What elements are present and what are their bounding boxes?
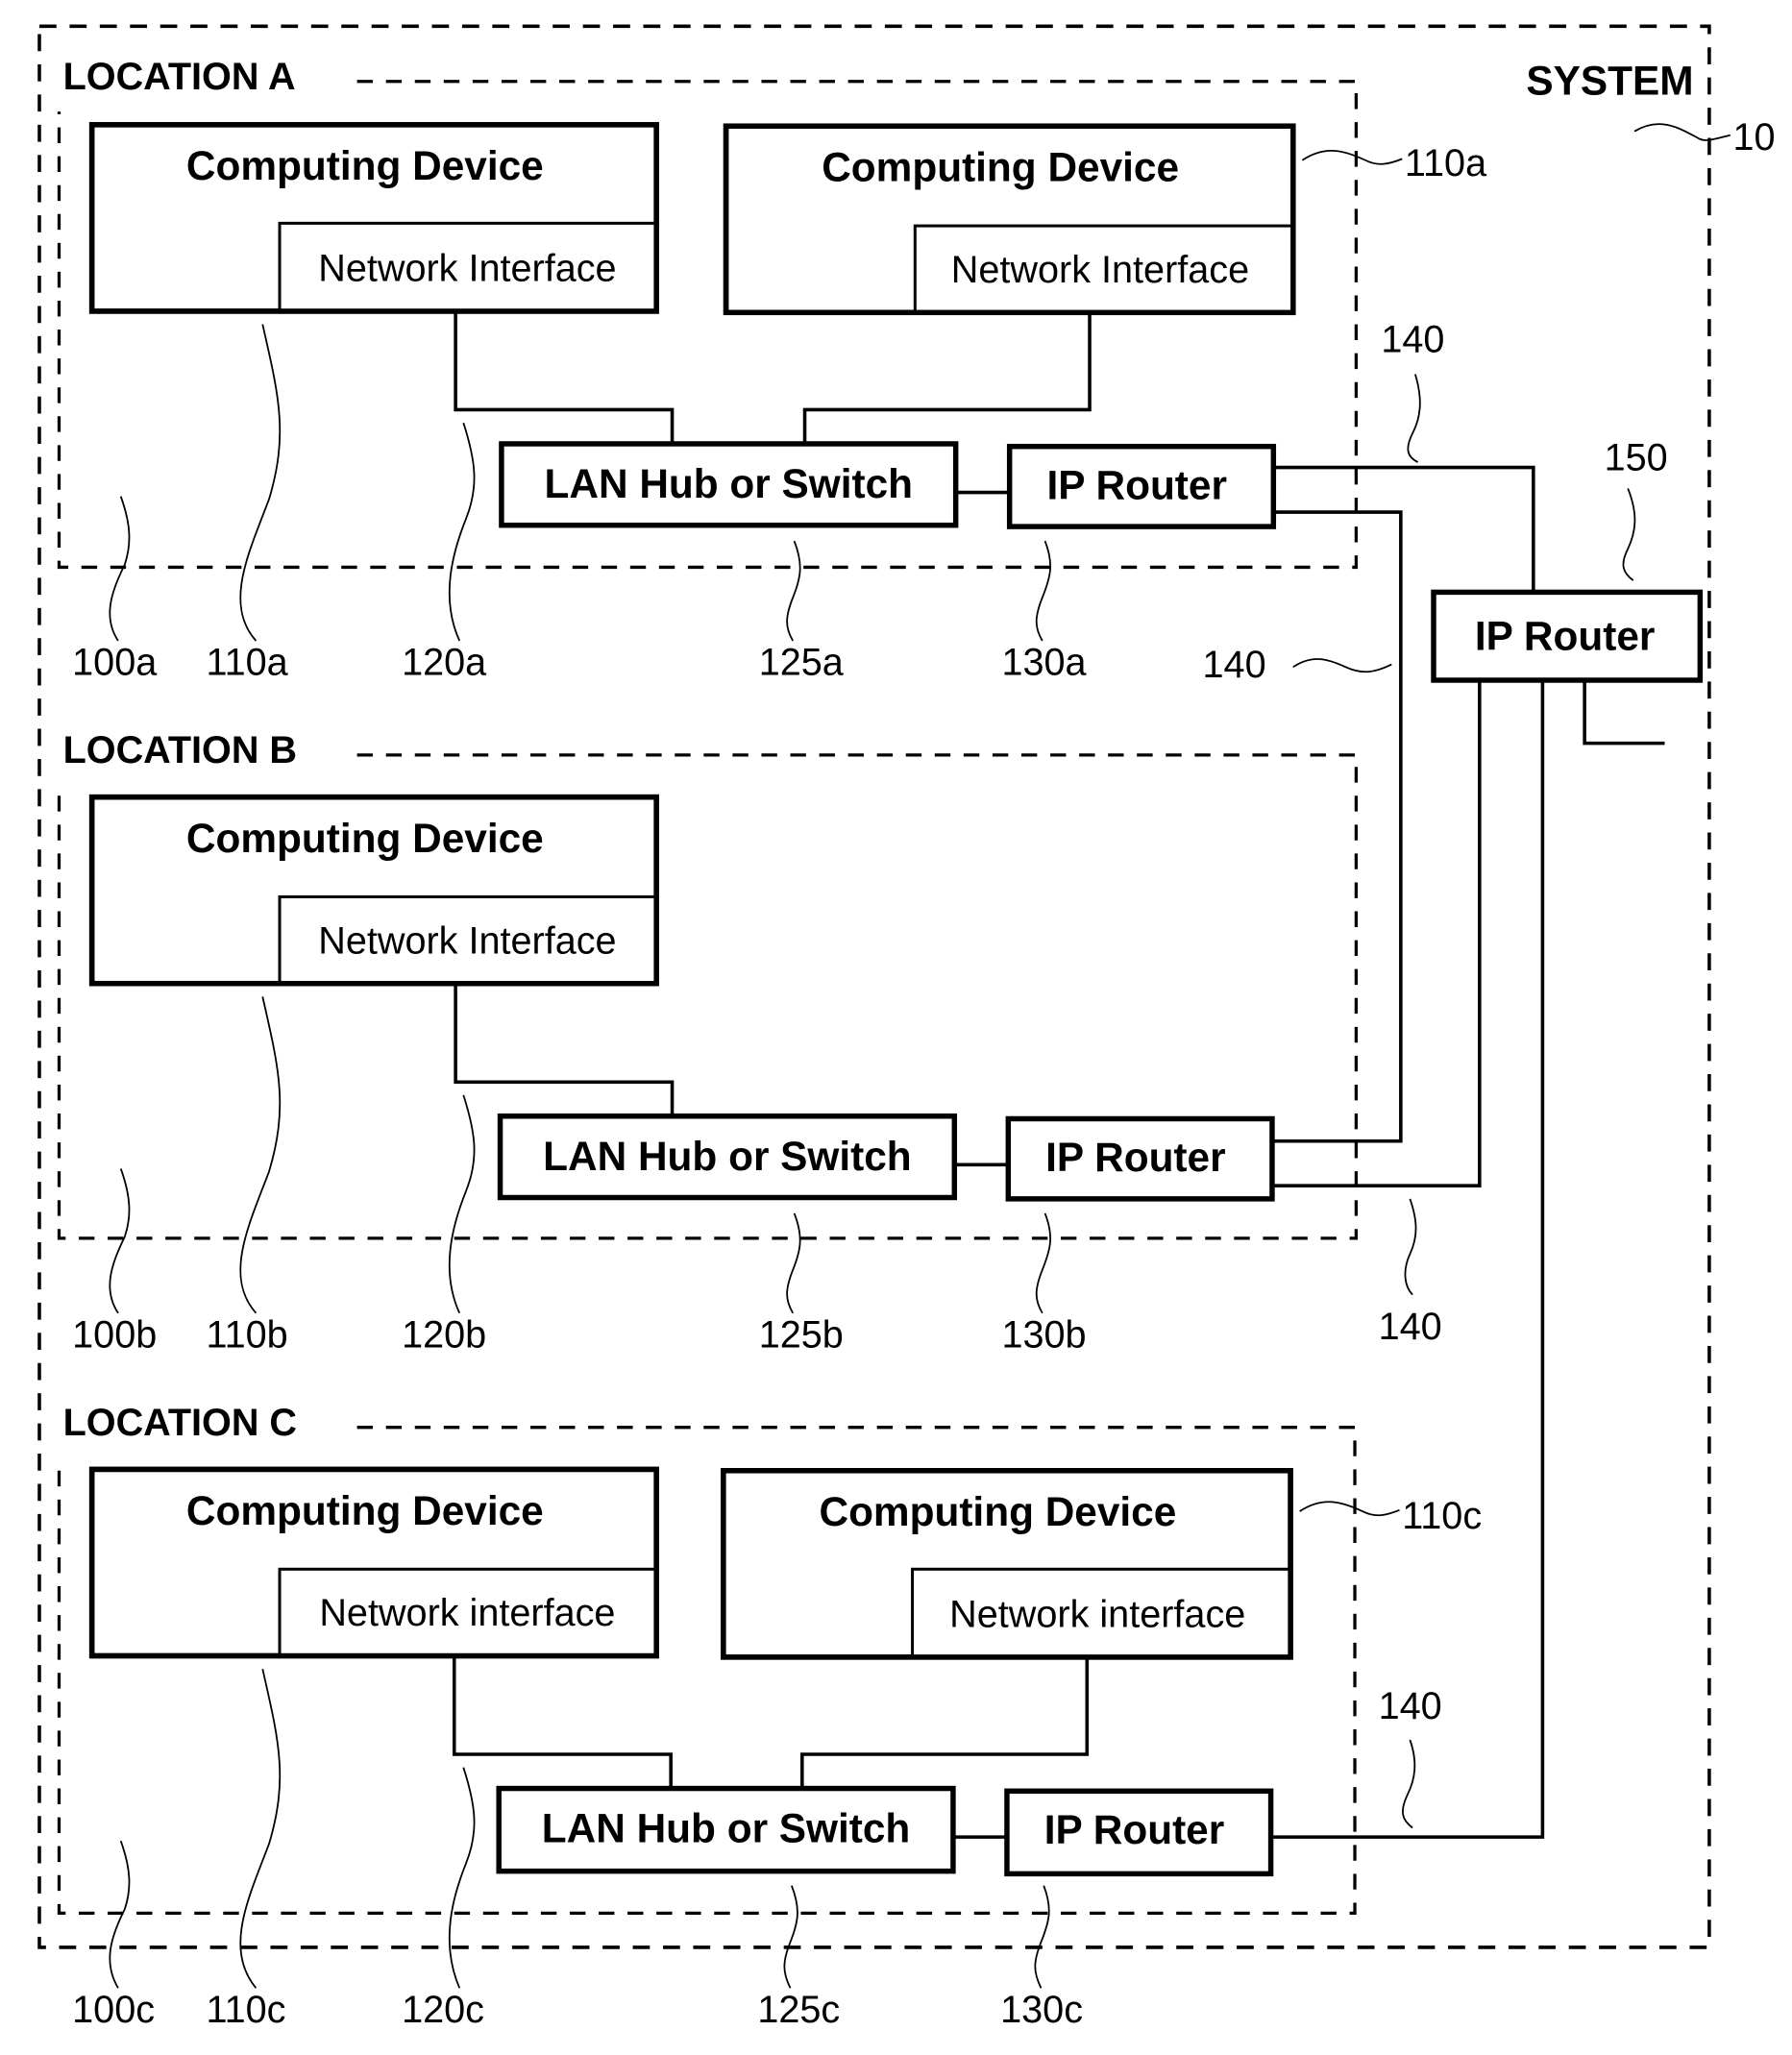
computing-device-a1: Computing Device Network Interface <box>88 122 659 314</box>
ref-label-130b: 130b <box>1001 1313 1086 1356</box>
central-ip-router: IP Router 150 <box>1431 436 1704 683</box>
wire-ni-a2-to-hub <box>802 312 1092 444</box>
ref-label-100b: 100b <box>72 1313 157 1356</box>
lan-hub-b: LAN Hub or Switch <box>497 1113 958 1201</box>
ref-leader-140-c <box>1402 1739 1416 1829</box>
wire-ni-c1-to-hub <box>452 1655 673 1789</box>
ref-label-100a: 100a <box>72 642 158 684</box>
ref-label-110b: 110b <box>207 1313 288 1356</box>
network-interface-label: Network Interface <box>951 249 1249 291</box>
ref-label-120b: 120b <box>402 1313 486 1356</box>
lan-hub-label: LAN Hub or Switch <box>542 1806 911 1851</box>
ip-router-label: IP Router <box>1475 614 1655 659</box>
ref-leader-110a-right <box>1301 149 1403 165</box>
lan-hub-label: LAN Hub or Switch <box>543 1134 912 1179</box>
network-interface-label: Network interface <box>949 1593 1245 1635</box>
ref-leader-140-mid <box>1292 658 1392 673</box>
computing-device-title: Computing Device <box>186 816 544 861</box>
ref-leader-110a <box>239 324 282 642</box>
ref-label-140-b: 140 <box>1379 1306 1442 1348</box>
ref-label-120a: 120a <box>402 642 487 684</box>
ref-leader-130c <box>1034 1885 1050 1989</box>
computing-device-title: Computing Device <box>819 1489 1176 1534</box>
location-c: LOCATION C Computing Device Network inte… <box>57 1402 1482 2031</box>
ref-label-125b: 125b <box>759 1313 844 1356</box>
ref-leader-140-b <box>1404 1198 1417 1296</box>
location-a: LOCATION A Computing Device Network Inte… <box>57 56 1487 684</box>
ip-router-b: IP Router <box>1005 1115 1275 1202</box>
computing-device-b1: Computing Device Network Interface <box>88 794 659 987</box>
ref-leader-140-top <box>1407 374 1421 463</box>
ref-label-110c-right: 110c <box>1402 1495 1482 1537</box>
computing-device-title: Computing Device <box>186 1488 544 1533</box>
ip-router-label: IP Router <box>1045 1135 1225 1180</box>
network-interface-label: Network interface <box>319 1592 615 1634</box>
ref-label-140-mid: 140 <box>1203 644 1266 686</box>
link-central-external <box>1583 679 1665 746</box>
ref-leader-130b <box>1035 1212 1051 1314</box>
computing-device-title: Computing Device <box>822 145 1179 190</box>
ref-label-110c: 110c <box>207 1989 286 2031</box>
ref-leader-110c-right <box>1299 1501 1400 1517</box>
ref-label-120c: 120c <box>402 1989 484 2031</box>
ref-label-125a: 125a <box>759 642 845 684</box>
system-ref-label: 10 <box>1733 116 1776 159</box>
network-system-diagram: SYSTEM 10 LOCATION A Computing Device Ne… <box>37 24 1776 2031</box>
ref-label-130c: 130c <box>1000 1989 1083 2031</box>
ip-router-label: IP Router <box>1046 462 1226 507</box>
ref-leader-120a <box>448 422 476 642</box>
ref-label-130a: 130a <box>1001 642 1087 684</box>
network-interface-label: Network Interface <box>318 919 616 962</box>
ref-label-125c: 125c <box>757 1989 840 2031</box>
ref-leader-125b <box>786 1212 801 1314</box>
link-router-a-to-central <box>1273 465 1535 593</box>
ref-leader-120c <box>448 1767 476 1989</box>
ip-router-a: IP Router <box>1006 443 1277 529</box>
lan-hub-a: LAN Hub or Switch <box>499 441 959 528</box>
ref-leader-110b <box>239 996 282 1314</box>
link-central-to-router-c <box>1270 679 1545 1839</box>
system-label: SYSTEM <box>1526 58 1693 103</box>
network-interface-label: Network Interface <box>318 247 616 289</box>
location-b-label: LOCATION B <box>63 729 297 771</box>
link-router-a-to-router-b <box>1271 510 1403 1143</box>
location-c-label: LOCATION C <box>63 1402 297 1444</box>
ref-leader-120b <box>448 1094 476 1314</box>
ref-label-100c: 100c <box>72 1989 155 2031</box>
ref-label-140-c: 140 <box>1379 1685 1442 1727</box>
computing-device-c2: Computing Device Network interface <box>721 1468 1293 1660</box>
link-central-to-router-b <box>1271 679 1482 1187</box>
computing-device-c1: Computing Device Network interface <box>88 1466 659 1659</box>
lan-hub-c: LAN Hub or Switch <box>496 1785 956 1874</box>
ref-leader-125a <box>786 540 801 642</box>
system-ref-leader <box>1633 123 1731 141</box>
location-b: LOCATION B Computing Device Network Inte… <box>57 729 1359 1356</box>
lan-hub-label: LAN Hub or Switch <box>545 461 914 506</box>
ref-leader-100b <box>109 1168 131 1314</box>
ref-leader-110c <box>239 1668 282 1989</box>
wire-ni-b1-to-hub <box>454 983 675 1116</box>
ref-leader-130a <box>1035 540 1051 642</box>
ref-label-140-top: 140 <box>1381 318 1444 360</box>
ref-label-110a: 110a <box>207 642 289 684</box>
location-a-label: LOCATION A <box>63 56 296 98</box>
ref-label-110a-right: 110a <box>1405 142 1487 184</box>
ref-leader-150 <box>1622 488 1636 581</box>
wire-ni-c2-to-hub <box>800 1656 1090 1789</box>
computing-device-a2: Computing Device Network Interface <box>723 123 1296 316</box>
wire-ni-a1-to-hub <box>454 310 675 444</box>
computing-device-title: Computing Device <box>186 143 544 188</box>
ip-router-label: IP Router <box>1044 1807 1224 1852</box>
ip-router-c: IP Router <box>1004 1788 1274 1877</box>
ref-leader-125c <box>783 1885 798 1989</box>
ref-label-150: 150 <box>1605 436 1668 478</box>
